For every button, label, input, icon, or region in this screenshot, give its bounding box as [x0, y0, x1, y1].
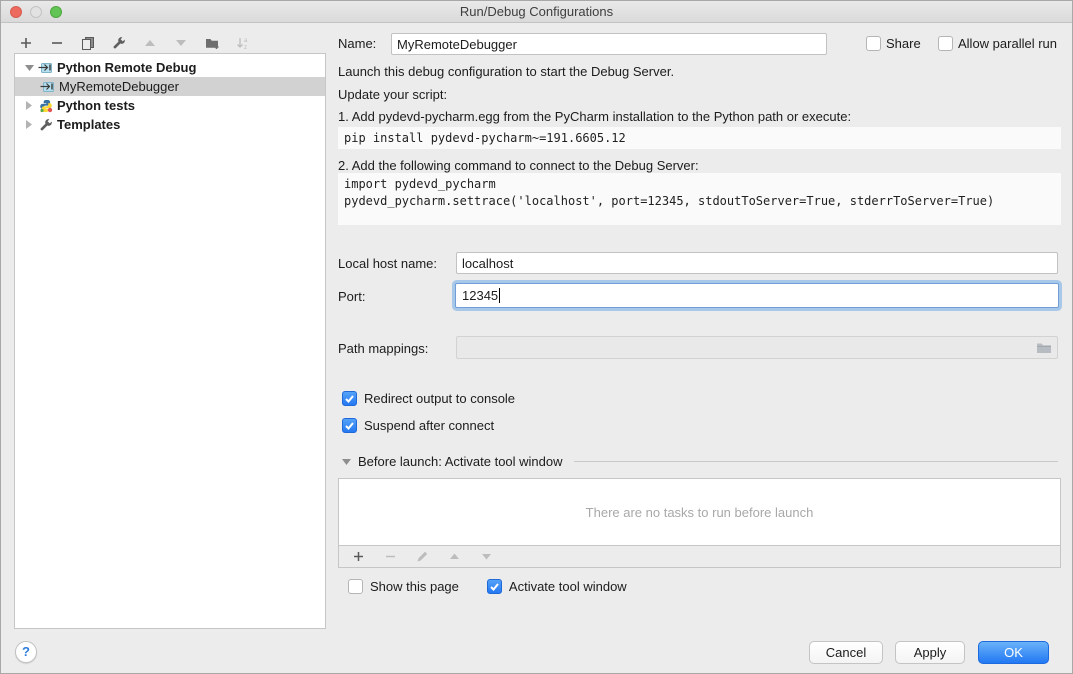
- settrace-code-line-2: pydevd_pycharm.settrace('localhost', por…: [344, 193, 1055, 210]
- before-launch-task-list: There are no tasks to run before launch: [338, 478, 1061, 568]
- share-label: Share: [886, 36, 921, 51]
- share-checkbox-box[interactable]: [866, 36, 881, 51]
- before-launch-title: Before launch: Activate tool window: [358, 454, 563, 469]
- edit-task-icon: [413, 548, 431, 566]
- redirect-output-checkbox[interactable]: [342, 391, 357, 406]
- configurations-tree: Python Remote Debug MyRemoteDebugger Pyt…: [14, 53, 326, 629]
- new-folder-icon[interactable]: [203, 34, 221, 52]
- before-launch-empty-text: There are no tasks to run before launch: [339, 479, 1060, 545]
- before-launch-options-row: Show this page Activate tool window: [348, 579, 627, 594]
- sort-icon: az: [234, 34, 252, 52]
- path-mappings-input[interactable]: [456, 336, 1058, 359]
- folder-icon[interactable]: [1036, 341, 1052, 357]
- path-mappings-label: Path mappings:: [338, 341, 428, 356]
- tree-item-label: MyRemoteDebugger: [59, 79, 179, 94]
- settrace-code-block: import pydevd_pycharm pydevd_pycharm.set…: [338, 173, 1061, 225]
- run-debug-configurations-dialog: Run/Debug Configurations az: [0, 0, 1073, 674]
- show-this-page-label: Show this page: [370, 579, 459, 594]
- before-launch-header[interactable]: Before launch: Activate tool window: [342, 454, 1058, 469]
- svg-text:z: z: [244, 45, 247, 50]
- port-label: Port:: [338, 289, 365, 304]
- tree-item-templates[interactable]: Templates: [15, 115, 325, 134]
- remote-debug-config-icon: [40, 80, 55, 94]
- chevron-expanded-icon[interactable]: [24, 64, 34, 72]
- suspend-after-connect-row[interactable]: Suspend after connect: [342, 416, 494, 434]
- wrench-icon: [38, 118, 53, 132]
- chevron-collapsed-icon[interactable]: [24, 101, 34, 110]
- name-input[interactable]: [391, 33, 827, 55]
- activate-tool-window-label: Activate tool window: [509, 579, 627, 594]
- settrace-code-line-1: import pydevd_pycharm: [344, 176, 1055, 193]
- configuration-form: Name: Share Allow parallel run Launch th…: [338, 1, 1061, 674]
- text-caret: [499, 288, 500, 303]
- move-task-up-icon: [445, 548, 463, 566]
- add-task-icon[interactable]: [349, 548, 367, 566]
- port-value: 12345: [462, 288, 498, 303]
- cancel-button[interactable]: Cancel: [809, 641, 883, 664]
- step-1-text: 1. Add pydevd-pycharm.egg from the PyCha…: [338, 109, 851, 124]
- port-input[interactable]: 12345: [455, 283, 1059, 308]
- local-host-name-label: Local host name:: [338, 256, 437, 271]
- step-2-text: 2. Add the following command to connect …: [338, 158, 699, 173]
- tree-item-python-tests[interactable]: Python tests: [15, 96, 325, 115]
- tree-item-label: Python tests: [57, 98, 135, 113]
- remove-icon[interactable]: [48, 34, 66, 52]
- description-line-2: Update your script:: [338, 87, 447, 102]
- remote-debug-config-icon: [38, 61, 53, 75]
- tree-item-label: Python Remote Debug: [57, 60, 196, 75]
- section-divider: [574, 461, 1058, 462]
- activate-tool-window-checkbox[interactable]: [487, 579, 502, 594]
- help-button[interactable]: ?: [15, 641, 37, 663]
- add-icon[interactable]: [17, 34, 35, 52]
- tree-item-myremotedebugger[interactable]: MyRemoteDebugger: [15, 77, 325, 96]
- allow-parallel-run-checkbox[interactable]: [938, 36, 953, 51]
- move-down-icon: [172, 34, 190, 52]
- redirect-output-label: Redirect output to console: [364, 391, 515, 406]
- chevron-collapsed-icon[interactable]: [24, 120, 34, 129]
- move-up-icon: [141, 34, 159, 52]
- allow-parallel-run-checkbox-box[interactable]: [938, 36, 953, 51]
- redirect-output-row[interactable]: Redirect output to console: [342, 389, 515, 407]
- description-line-1: Launch this debug configuration to start…: [338, 64, 674, 79]
- tree-item-label: Templates: [57, 117, 120, 132]
- show-this-page-checkbox[interactable]: [348, 579, 363, 594]
- configurations-toolbar: az: [17, 33, 252, 53]
- ok-button[interactable]: OK: [978, 641, 1049, 664]
- edit-icon[interactable]: [110, 34, 128, 52]
- move-task-down-icon: [477, 548, 495, 566]
- tree-item-python-remote-debug[interactable]: Python Remote Debug: [15, 58, 325, 77]
- svg-text:a: a: [244, 38, 248, 44]
- name-row: Name: Share Allow parallel run: [338, 33, 1061, 55]
- name-label: Name:: [338, 36, 376, 51]
- copy-icon[interactable]: [79, 34, 97, 52]
- pip-install-code-block: pip install pydevd-pycharm~=191.6605.12: [338, 127, 1061, 149]
- remove-task-icon: [381, 548, 399, 566]
- suspend-after-connect-label: Suspend after connect: [364, 418, 494, 433]
- allow-parallel-run-label: Allow parallel run: [958, 36, 1057, 51]
- share-checkbox[interactable]: [866, 36, 881, 51]
- section-collapse-icon[interactable]: [342, 458, 351, 466]
- local-host-name-input[interactable]: [456, 252, 1058, 274]
- python-icon: [38, 99, 53, 113]
- suspend-after-connect-checkbox[interactable]: [342, 418, 357, 433]
- pip-install-command: pip install pydevd-pycharm~=191.6605.12: [344, 131, 626, 145]
- before-launch-toolbar: [339, 545, 1060, 567]
- apply-button[interactable]: Apply: [895, 641, 965, 664]
